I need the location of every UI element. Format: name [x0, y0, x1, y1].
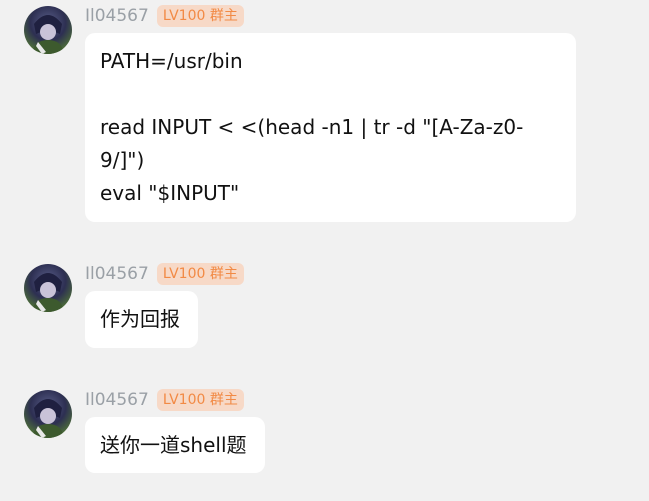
message-line: eval "$INPUT"	[100, 181, 240, 205]
message-line: 送你一道shell题	[100, 433, 247, 457]
level-badge: LV100 群主	[156, 263, 244, 285]
message-line: PATH=/usr/bin	[100, 49, 243, 73]
message-header: Il04567 LV100 群主	[85, 262, 244, 286]
message-line	[100, 78, 561, 111]
message-header: Il04567 LV100 群主	[85, 388, 244, 412]
message-bubble[interactable]: 送你一道shell题	[85, 417, 265, 473]
avatar[interactable]	[24, 390, 72, 438]
level-badge: LV100 群主	[156, 389, 244, 411]
level-badge: LV100 群主	[156, 5, 244, 27]
message-line: read INPUT < <(head -n1 | tr -d "[A-Za-z…	[100, 115, 524, 139]
avatar[interactable]	[24, 6, 72, 54]
message-line: 作为回报	[100, 307, 180, 331]
avatar-image	[32, 15, 64, 54]
message-header: Il04567 LV100 群主	[85, 4, 244, 28]
username[interactable]: Il04567	[85, 388, 149, 412]
username[interactable]: Il04567	[85, 4, 149, 28]
avatar-image	[32, 273, 64, 312]
message-bubble[interactable]: 作为回报	[85, 291, 198, 348]
avatar[interactable]	[24, 264, 72, 312]
avatar-image	[32, 399, 64, 438]
message-line: 9/]")	[100, 148, 145, 172]
message-bubble[interactable]: PATH=/usr/bin read INPUT < <(head -n1 | …	[85, 33, 576, 222]
username[interactable]: Il04567	[85, 262, 149, 286]
